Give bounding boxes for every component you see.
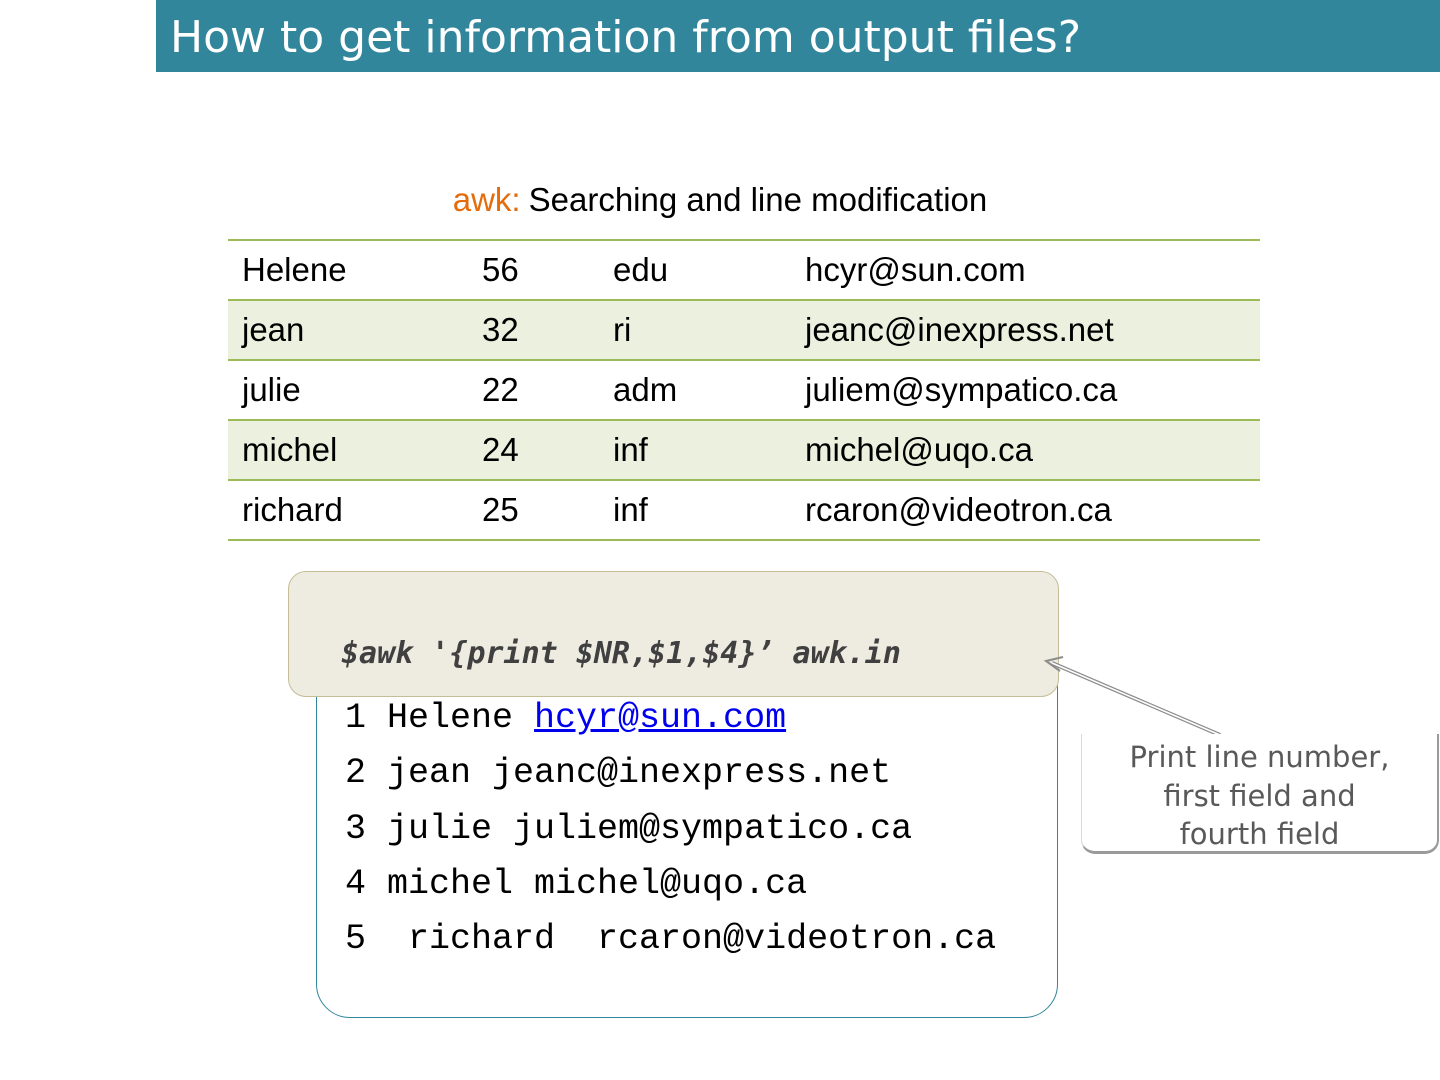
callout-box: Print line number, first field and fourt… <box>1081 734 1439 854</box>
callout-arrow-shaft-inner <box>1051 662 1221 736</box>
callout-line: fourth field <box>1179 817 1340 851</box>
callout-line: Print line number, <box>1129 740 1390 774</box>
callout-line: first field and <box>1163 778 1356 813</box>
callout-arrow <box>1043 656 1221 737</box>
callout-text: Print line number, first field and fourt… <box>1082 738 1437 854</box>
slide: How to get information from output files… <box>0 0 1440 1080</box>
